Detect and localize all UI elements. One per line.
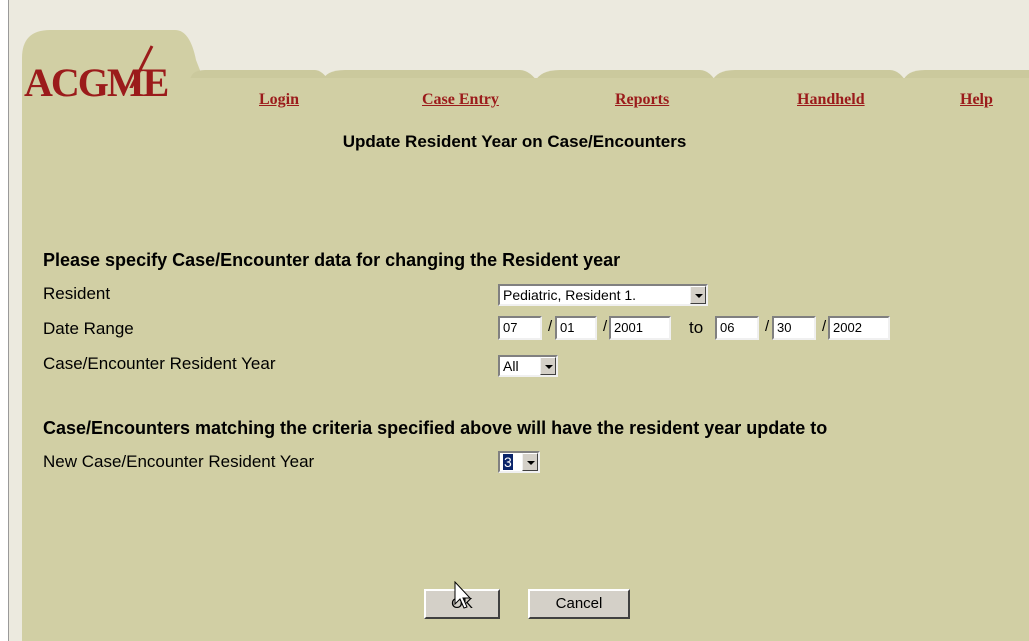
start-year-input[interactable]: 2001 xyxy=(609,316,671,340)
date-separator: / xyxy=(765,318,770,335)
acgme-logo: ACGME xyxy=(24,45,184,108)
date-separator: / xyxy=(548,318,553,335)
cancel-button[interactable]: Cancel xyxy=(528,589,630,619)
nav-help[interactable]: Help xyxy=(960,91,993,109)
nav-handheld[interactable]: Handheld xyxy=(797,91,865,109)
mouse-cursor-icon xyxy=(454,581,472,609)
new-year-select[interactable]: 3 xyxy=(498,451,540,473)
update-heading: Case/Encounters matching the criteria sp… xyxy=(43,418,828,438)
nav-reports[interactable]: Reports xyxy=(615,91,669,109)
to-label: to xyxy=(689,318,704,337)
end-year-input[interactable]: 2002 xyxy=(828,316,890,340)
resident-year-select[interactable]: All xyxy=(498,355,558,377)
logo-swoosh-icon xyxy=(129,45,154,88)
resident-label: Resident xyxy=(43,284,111,303)
date-separator: / xyxy=(822,318,827,335)
end-day-input[interactable]: 30 xyxy=(772,316,816,340)
start-month-input[interactable]: 07 xyxy=(498,316,542,340)
criteria-heading: Please specify Case/Encounter data for c… xyxy=(43,250,621,270)
start-day-input[interactable]: 01 xyxy=(555,316,597,340)
nav-case-entry[interactable]: Case Entry xyxy=(422,91,499,109)
new-year-value: 3 xyxy=(503,454,513,470)
date-separator: / xyxy=(603,318,608,335)
resident-year-label: Case/Encounter Resident Year xyxy=(43,354,276,373)
resident-year-value: All xyxy=(503,358,519,374)
new-year-label: New Case/Encounter Resident Year xyxy=(43,452,315,471)
chevron-down-icon[interactable] xyxy=(522,453,538,471)
resident-value: Pediatric, Resident 1. xyxy=(503,287,637,303)
resident-select[interactable]: Pediatric, Resident 1. xyxy=(498,284,708,306)
date-range-label: Date Range xyxy=(43,319,134,338)
nav-login[interactable]: Login xyxy=(259,91,299,109)
page-title: Update Resident Year on Case/Encounters xyxy=(342,132,687,151)
chevron-down-icon[interactable] xyxy=(540,357,556,375)
end-month-input[interactable]: 06 xyxy=(715,316,759,340)
chevron-down-icon[interactable] xyxy=(690,286,706,304)
